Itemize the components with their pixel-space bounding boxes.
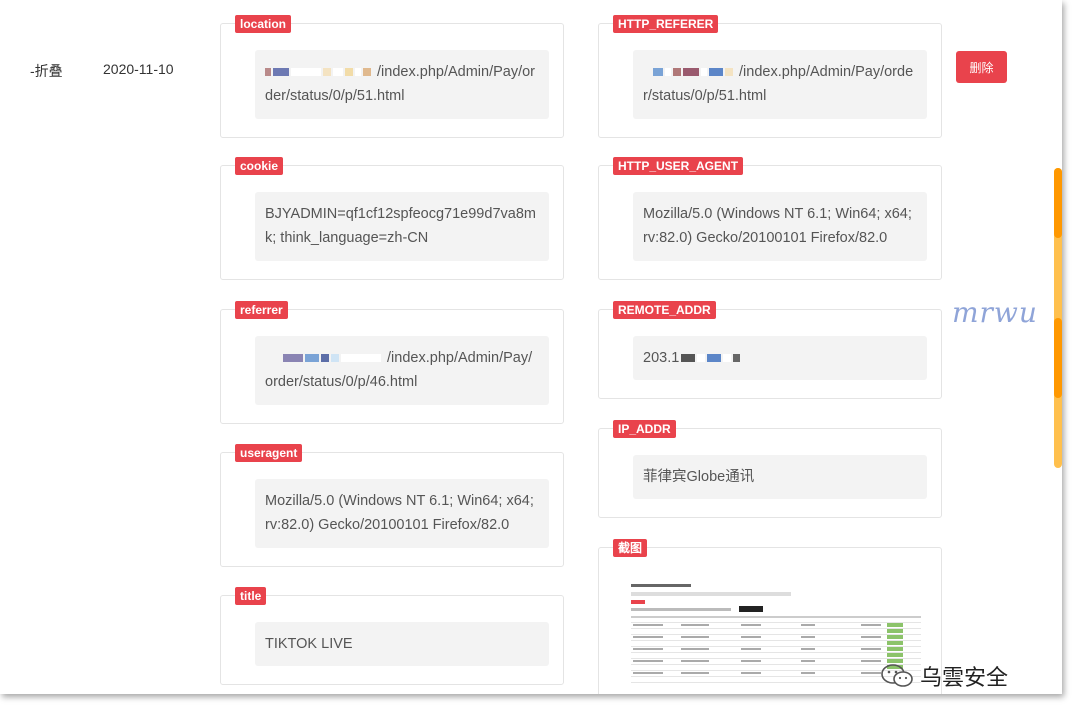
field-tag-screenshot: 截图 xyxy=(613,539,648,557)
field-tag-ip-addr: IP_ADDR xyxy=(613,420,676,438)
field-value-http-referer: /index.php/Admin/Pay/order/status/0/p/51… xyxy=(633,50,927,119)
signature-overlay: mrwu xyxy=(952,296,1038,329)
field-tag-location: location xyxy=(235,15,292,33)
scrollbar-thumb-segment xyxy=(1054,318,1062,398)
field-value-ip-addr: 菲律宾Globe通讯 xyxy=(633,455,927,499)
wechat-icon xyxy=(881,664,913,687)
field-card-title: title TIKTOK LIVE xyxy=(220,587,564,685)
collapse-toggle[interactable]: -折叠 xyxy=(30,61,63,81)
field-card-location: location /index.php/Admin/Pay/order/stat… xyxy=(220,15,564,138)
field-value-remote-addr: 203.1 xyxy=(633,336,927,380)
field-value-useragent: Mozilla/5.0 (Windows NT 6.1; Win64; x64;… xyxy=(255,479,549,548)
scrollbar-thumb[interactable] xyxy=(1054,168,1062,238)
field-card-ip-addr: IP_ADDR 菲律宾Globe通讯 xyxy=(598,420,942,518)
field-card-referrer: referrer /index.php/Admin/Pay/order/stat… xyxy=(220,301,564,424)
field-tag-useragent: useragent xyxy=(235,444,303,462)
field-text-remote-addr: 203.1 xyxy=(643,350,680,366)
watermark: 乌雲安全 xyxy=(880,660,1008,692)
row-date: 2020-11-10 xyxy=(103,61,174,77)
watermark-text: 乌雲安全 xyxy=(920,665,1009,690)
main-frame: -折叠 2020-11-10 location /index.php/Admin… xyxy=(0,0,1062,694)
redacted-host xyxy=(283,350,387,366)
redacted-host xyxy=(653,64,739,80)
field-value-title: TIKTOK LIVE xyxy=(255,622,549,666)
field-value-location: /index.php/Admin/Pay/order/status/0/p/51… xyxy=(255,50,549,119)
field-tag-title: title xyxy=(235,587,267,605)
field-value-referrer: /index.php/Admin/Pay/order/status/0/p/46… xyxy=(255,336,549,405)
redacted-host xyxy=(265,64,377,80)
field-tag-remote-addr: REMOTE_ADDR xyxy=(613,301,716,319)
field-card-http-user-agent: HTTP_USER_AGENT Mozilla/5.0 (Windows NT … xyxy=(598,157,942,280)
delete-button[interactable]: 删除 xyxy=(956,51,1007,83)
field-card-useragent: useragent Mozilla/5.0 (Windows NT 6.1; W… xyxy=(220,444,564,567)
field-value-http-user-agent: Mozilla/5.0 (Windows NT 6.1; Win64; x64;… xyxy=(633,192,927,261)
field-card-http-referer: HTTP_REFERER /index.php/Admin/Pay/order/… xyxy=(598,15,942,138)
field-tag-http-referer: HTTP_REFERER xyxy=(613,15,719,33)
field-tag-cookie: cookie xyxy=(235,157,284,175)
field-tag-referrer: referrer xyxy=(235,301,288,319)
field-value-cookie: BJYADMIN=qf1cf12spfeocg71e99d7va8mk; thi… xyxy=(255,192,549,261)
screenshot-thumbnail[interactable] xyxy=(621,578,921,694)
field-tag-http-user-agent: HTTP_USER_AGENT xyxy=(613,157,744,175)
vertical-scrollbar[interactable] xyxy=(1054,168,1062,468)
field-card-remote-addr: REMOTE_ADDR 203.1 xyxy=(598,301,942,399)
field-card-cookie: cookie BJYADMIN=qf1cf12spfeocg71e99d7va8… xyxy=(220,157,564,280)
